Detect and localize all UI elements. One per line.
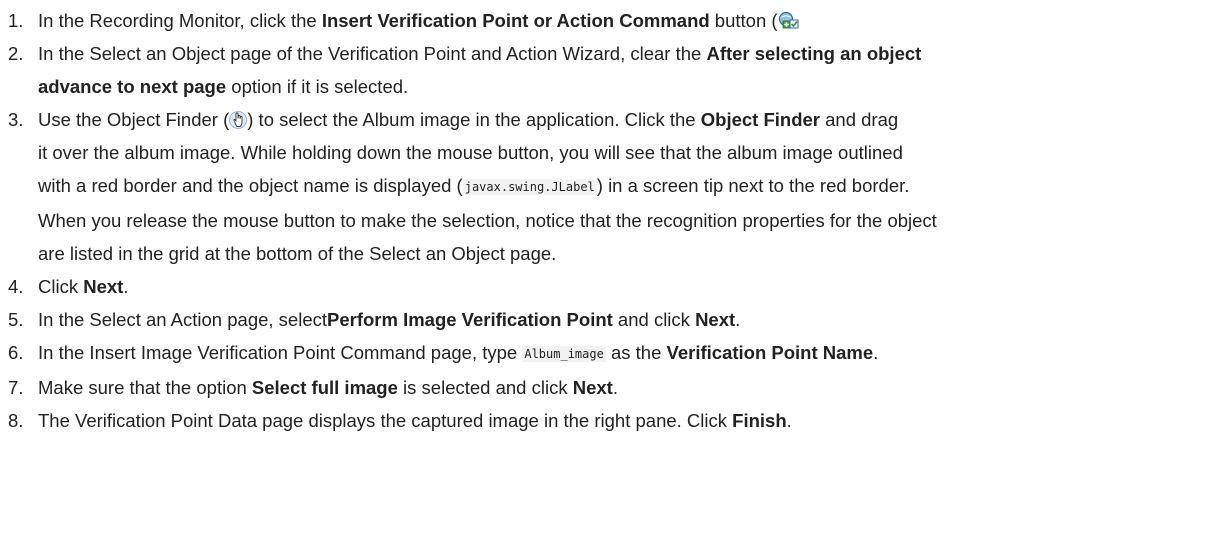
ui-term: Next bbox=[695, 309, 736, 330]
ui-term: Next bbox=[572, 377, 613, 398]
step-6: 6. In the Insert Image Verification Poin… bbox=[8, 336, 1213, 371]
step-4: 4. Click Next. bbox=[8, 270, 1213, 303]
step-text: In the Select an Object page of the Veri… bbox=[38, 43, 922, 97]
insert-verification-point-icon bbox=[778, 11, 800, 31]
step-number: 1. bbox=[8, 10, 24, 31]
step-2: 2. In the Select an Object page of the V… bbox=[8, 37, 1213, 103]
step-1: 1. In the Recording Monitor, click the I… bbox=[8, 4, 1213, 37]
object-finder-hand-icon bbox=[229, 110, 248, 130]
step-text: Click Next. bbox=[38, 276, 129, 297]
step-text: In the Insert Image Verification Point C… bbox=[38, 342, 879, 363]
step-text: Make sure that the option Select full im… bbox=[38, 377, 618, 398]
step-number: 2. bbox=[8, 43, 24, 64]
step-5: 5. In the Select an Action page, selectP… bbox=[8, 303, 1213, 336]
step-number: 3. bbox=[8, 109, 24, 130]
ui-term: Object Finder bbox=[700, 109, 820, 130]
step-number: 7. bbox=[8, 377, 24, 398]
ui-term: Next bbox=[83, 276, 124, 297]
ui-term: Verification Point Name bbox=[666, 342, 874, 363]
ui-term: advance to next page bbox=[38, 76, 227, 97]
ui-term: Perform Image Verification Point bbox=[327, 309, 613, 330]
step-number: 6. bbox=[8, 342, 24, 363]
step-8: 8. The Verification Point Data page disp… bbox=[8, 404, 1213, 437]
instruction-steps-list: 1. In the Recording Monitor, click the I… bbox=[8, 4, 1213, 437]
ui-term: After selecting an object bbox=[706, 43, 922, 64]
step-text: Use the Object Finder ( ) to select the … bbox=[38, 109, 937, 264]
ui-term: Select full image bbox=[251, 377, 398, 398]
step-number: 5. bbox=[8, 309, 24, 330]
step-text: In the Select an Action page, selectPerf… bbox=[38, 309, 741, 330]
step-number: 8. bbox=[8, 410, 24, 431]
code-snippet: Album_image bbox=[522, 346, 606, 362]
ui-term: Finish bbox=[732, 410, 787, 431]
step-number: 4. bbox=[8, 276, 24, 297]
step-7: 7. Make sure that the option Select full… bbox=[8, 371, 1213, 404]
step-text: In the Recording Monitor, click the Inse… bbox=[38, 4, 1213, 37]
step-3: 3. Use the Object Finder ( ) to select t… bbox=[8, 103, 1213, 270]
ui-term: Insert Verification Point or Action Comm… bbox=[321, 10, 710, 31]
code-snippet: javax.swing.JLabel bbox=[462, 179, 597, 195]
step-text: The Verification Point Data page display… bbox=[38, 410, 792, 431]
